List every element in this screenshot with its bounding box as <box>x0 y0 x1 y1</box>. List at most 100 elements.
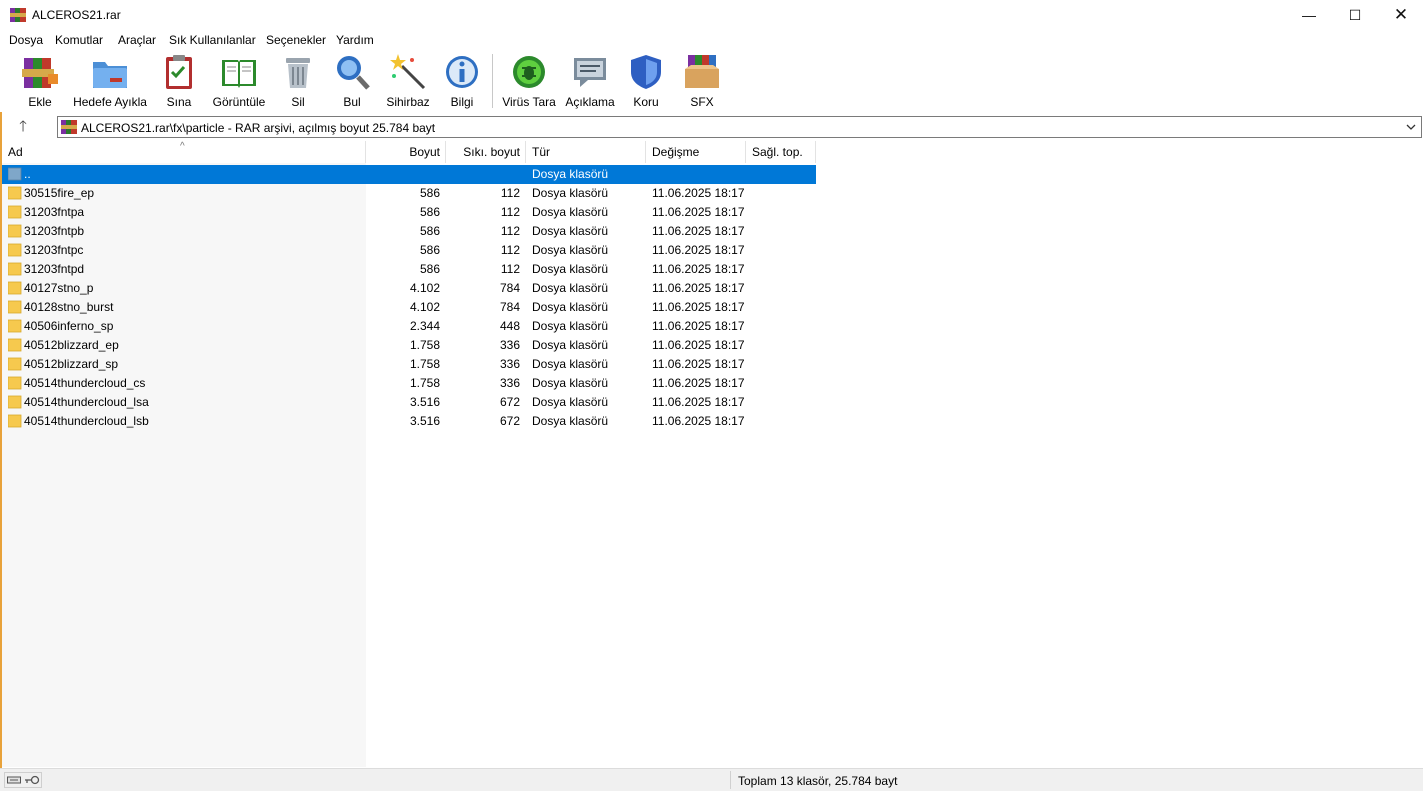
table-row[interactable]: 40514thundercloud_lsb 3.516 672 Dosya klasö… <box>2 412 816 431</box>
table-row[interactable]: 40506inferno_sp 2.344 448 Dosya klasörü 11.0… <box>2 317 816 336</box>
row-packed-size: 336 <box>499 376 520 390</box>
row-modified: 11.06.2025 18:17 <box>652 243 745 257</box>
row-name: 31203fntpc <box>24 243 84 257</box>
table-row[interactable]: 31203fntpb 586 112 Dosya klasörü 11.06.2025 … <box>2 222 816 241</box>
table-row[interactable]: 30515fire_ep 586 112 Dosya klasörü 11.06.202… <box>2 184 816 203</box>
table-row[interactable]: 40128stno_burst 4.102 784 Dosya klasörü 11.0… <box>2 298 816 317</box>
info-button[interactable]: Bilgi <box>442 52 482 110</box>
folder-icon <box>8 262 22 276</box>
folder-icon <box>8 186 22 200</box>
row-type: Dosya klasörü <box>532 357 609 371</box>
protect-label: Koru <box>633 95 659 109</box>
row-size: 586 <box>419 186 440 200</box>
table-row[interactable]: 40514thundercloud_cs 1.758 336 Dosya klasör… <box>2 374 816 393</box>
sort-ascending-icon: ^ <box>180 141 185 152</box>
address-combobox[interactable]: ALCEROS21.rar\fx\particle - RAR arşivi, … <box>57 116 1422 138</box>
row-modified: 11.06.2025 18:17 <box>652 319 745 333</box>
menu-sik-kullanilanlar[interactable]: Sık Kullanılanlar <box>169 33 256 47</box>
column-header-modified[interactable]: Değişme <box>646 141 746 163</box>
extract-to-button[interactable]: Hedefe Ayıkla <box>70 52 150 110</box>
comment-button[interactable]: Açıklama <box>564 52 616 110</box>
folder-icon <box>8 395 22 409</box>
table-row[interactable]: 31203fntpa 586 112 Dosya klasörü 11.06.2025 … <box>2 203 816 222</box>
wizard-button[interactable]: Sihirbaz <box>386 52 430 110</box>
sfx-box-icon <box>685 55 719 88</box>
table-row[interactable]: 40514thundercloud_lsa 3.516 672 Dosya klasö… <box>2 393 816 412</box>
column-header-type[interactable]: Tür <box>526 141 646 163</box>
chevron-down-icon[interactable] <box>1404 120 1418 134</box>
row-modified: 11.06.2025 18:17 <box>652 414 745 428</box>
comment-icon <box>574 58 606 87</box>
row-name: 40127stno_p <box>24 281 94 295</box>
row-modified: 11.06.2025 18:17 <box>652 338 745 352</box>
add-label: Ekle <box>28 95 52 109</box>
close-button[interactable]: ✕ <box>1378 0 1423 30</box>
table-row[interactable]: 40127stno_p 4.102 784 Dosya klasörü 11.06.20… <box>2 279 816 298</box>
row-modified: 11.06.2025 18:17 <box>652 395 745 409</box>
maximize-button[interactable]: ☐ <box>1332 0 1378 30</box>
menu-araclar[interactable]: Araçlar <box>118 33 156 47</box>
minimize-button[interactable]: — <box>1286 0 1332 30</box>
test-button[interactable]: Sına <box>159 52 199 110</box>
column-header-name[interactable]: Ad ^ <box>2 141 366 163</box>
column-header-ratio[interactable]: Sağl. top. <box>746 141 816 163</box>
row-packed-size: 112 <box>500 205 520 219</box>
table-row[interactable]: 40512blizzard_ep 1.758 336 Dosya klasörü 11.… <box>2 336 816 355</box>
menu-yardim[interactable]: Yardım <box>336 33 374 47</box>
sfx-button[interactable]: SFX <box>681 52 723 110</box>
address-path: ALCEROS21.rar\fx\particle - RAR arşivi, … <box>81 121 436 135</box>
row-name: 30515fire_ep <box>24 186 95 200</box>
status-indicators <box>4 772 42 788</box>
virus-scan-icon <box>513 56 545 88</box>
row-modified: 11.06.2025 18:17 <box>652 186 745 200</box>
up-folder-button[interactable]: 🡑 <box>12 117 34 137</box>
row-name: 40506inferno_sp <box>24 319 114 333</box>
row-type: Dosya klasörü <box>532 376 609 390</box>
view-button[interactable]: Görüntüle <box>210 52 268 110</box>
row-type: Dosya klasörü <box>532 281 609 295</box>
column-header-packed[interactable]: Sıkı. boyut <box>446 141 526 163</box>
delete-button[interactable]: Sil <box>278 52 318 110</box>
folder-icon <box>8 414 22 428</box>
row-packed-size: 784 <box>499 281 520 295</box>
virus-scan-label: Virüs Tara <box>502 95 556 109</box>
row-type: Dosya klasörü <box>532 205 609 219</box>
menu-dosya[interactable]: Dosya <box>9 33 43 47</box>
protect-button[interactable]: Koru <box>626 52 666 110</box>
table-row[interactable]: 31203fntpd 586 112 Dosya klasörü 11.06.2025 … <box>2 260 816 279</box>
delete-label: Sil <box>291 95 305 109</box>
row-modified: 11.06.2025 18:17 <box>652 281 745 295</box>
row-size: 4.102 <box>409 300 440 314</box>
table-row[interactable]: 40512blizzard_sp 1.758 336 Dosya klasörü 11.… <box>2 355 816 374</box>
row-packed-size: 112 <box>500 186 520 200</box>
table-row[interactable]: 31203fntpc 586 112 Dosya klasörü 11.06.2025 … <box>2 241 816 260</box>
winrar-app-icon <box>10 8 26 22</box>
trash-icon <box>286 58 310 88</box>
row-size: 586 <box>419 243 440 257</box>
row-packed-size: 336 <box>499 338 520 352</box>
parent-folder-row[interactable]: .. Dosya klasörü <box>2 165 816 184</box>
info-label: Bilgi <box>450 95 474 109</box>
row-modified: 11.06.2025 18:17 <box>652 357 745 371</box>
menu-secenekler[interactable]: Seçenekler <box>266 33 326 47</box>
column-header-size[interactable]: Boyut <box>366 141 446 163</box>
row-modified: 11.06.2025 18:17 <box>652 205 745 219</box>
test-clipboard-icon <box>166 55 192 89</box>
row-modified: 11.06.2025 18:17 <box>652 300 745 314</box>
view-book-icon <box>222 60 256 88</box>
find-button[interactable]: Bul <box>332 52 372 110</box>
add-button[interactable]: Ekle <box>19 52 61 110</box>
row-name: 40128stno_burst <box>24 300 114 314</box>
toolbar-separator <box>492 54 493 108</box>
test-label: Sına <box>166 95 192 109</box>
menu-komutlar[interactable]: Komutlar <box>55 33 103 47</box>
add-books-icon <box>22 58 58 88</box>
row-type: Dosya klasörü <box>532 338 609 352</box>
row-name: 40514thundercloud_lsb <box>24 414 149 428</box>
column-header-name-label: Ad <box>8 145 23 159</box>
folder-icon <box>8 300 22 314</box>
drive-icon <box>6 776 21 784</box>
row-type: Dosya klasörü <box>532 319 609 333</box>
extract-folder-icon <box>93 62 127 88</box>
virus-scan-button[interactable]: Virüs Tara <box>502 52 556 110</box>
